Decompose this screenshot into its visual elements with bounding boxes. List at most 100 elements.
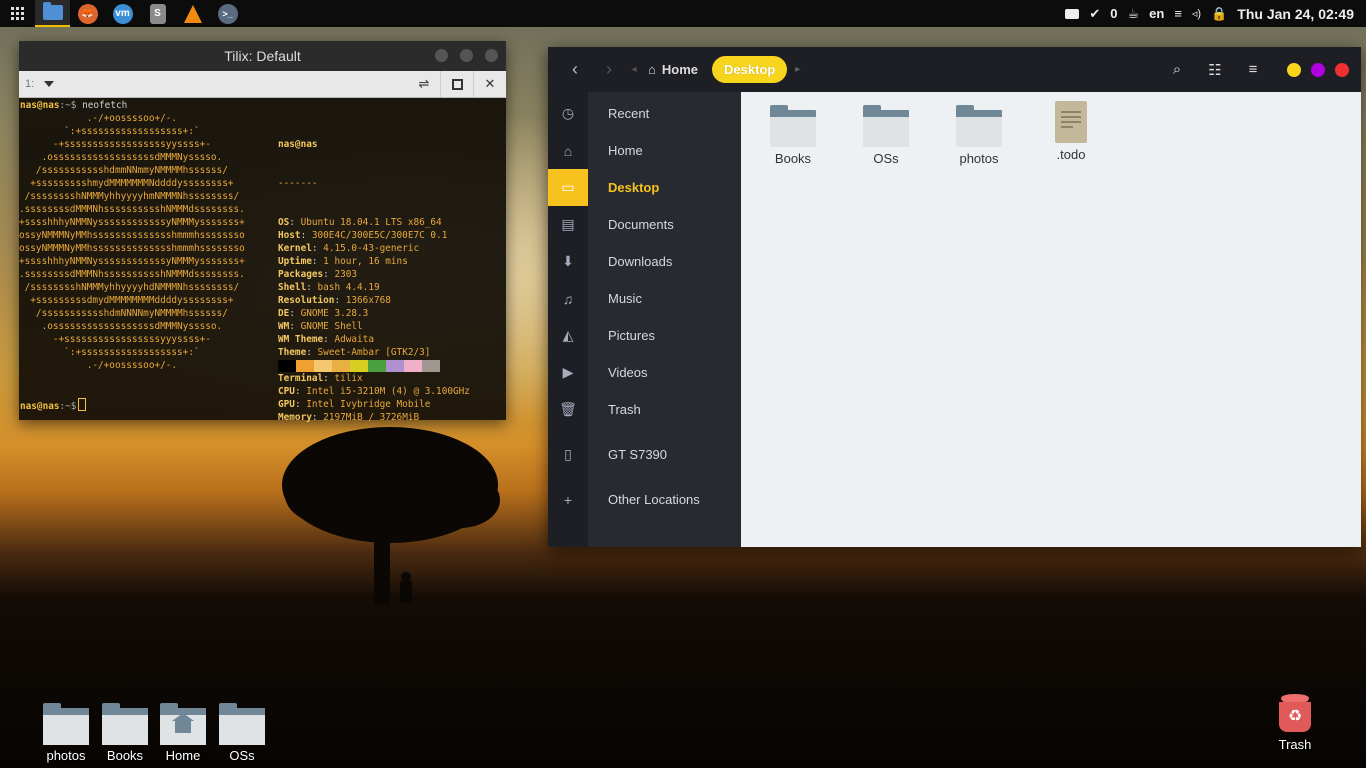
back-button[interactable]: ‹ xyxy=(558,59,592,80)
info-row: WM Theme: Adwaita xyxy=(278,334,374,345)
info-key: CPU xyxy=(278,386,295,397)
folder-icon xyxy=(219,703,265,745)
info-row: Terminal: tilix xyxy=(278,373,363,384)
info-value: Intel i5-3210M (4) @ 3.100GHz xyxy=(306,386,470,397)
folder-icon xyxy=(863,105,909,147)
app-grid-button[interactable] xyxy=(0,0,35,27)
file-item[interactable]: .todo xyxy=(1031,101,1111,162)
info-separator: ------- xyxy=(278,178,318,189)
breadcrumb-left-arrow[interactable]: ◂ xyxy=(626,64,642,75)
folder-item[interactable]: photos xyxy=(939,105,1019,166)
breadcrumb-home[interactable]: ⌂ Home xyxy=(648,62,698,77)
logo-line: ossyNMMMNyMMhsssssssssssssshmmmhssssssso xyxy=(19,243,245,254)
menu-icon[interactable]: ≡ xyxy=(1243,61,1263,78)
home-folder-icon xyxy=(160,703,206,745)
vlc-app-button[interactable] xyxy=(175,0,210,27)
breadcrumb-right-arrow[interactable]: ▸ xyxy=(795,64,800,75)
split-button[interactable]: ⇌ xyxy=(408,71,440,97)
folder-item[interactable]: Books xyxy=(753,105,833,166)
sidebar-item-music[interactable]: ♫ Music xyxy=(548,280,741,317)
forward-button[interactable]: › xyxy=(592,59,626,80)
desktop-icon-label: Books xyxy=(106,748,144,763)
search-icon[interactable]: ⌕ xyxy=(1167,61,1187,78)
color-swatch xyxy=(404,360,422,372)
desktop-icon-books[interactable]: Books xyxy=(95,703,155,763)
prompt-path: :~$ xyxy=(59,100,77,111)
info-value: 300E4C/300E5C/300E7C 0.1 xyxy=(311,230,448,241)
item-label: photos xyxy=(959,151,999,166)
notification-count[interactable]: 0 xyxy=(1110,6,1117,21)
logo-line: .ssssssssdMMMNhsssssssssshNMMMdssssssss. xyxy=(19,204,245,215)
firefox-icon: 🦊 xyxy=(77,3,98,24)
command-text: neofetch xyxy=(82,100,128,111)
vm-app-button[interactable]: vm xyxy=(105,0,140,27)
logo-line: ossyNMMMNyMMhsssssssssssssshmmmhssssssso xyxy=(19,230,245,241)
sidebar-item-desktop[interactable]: ▭ Desktop xyxy=(548,169,741,206)
terminal-output[interactable]: nas@nas:~$ neofetch .-/+oossssoo+/-. `:+… xyxy=(19,98,506,423)
breadcrumb-current[interactable]: Desktop xyxy=(711,56,788,83)
system-tray: ✔ 0 ☕ en ≡ ◃) 🔒 Thu Jan 24, 02:49 xyxy=(1065,6,1366,22)
minimize-button[interactable] xyxy=(1287,62,1301,77)
info-value: 2303 xyxy=(334,269,358,280)
document-icon: ▤ xyxy=(561,216,575,232)
chevron-down-icon xyxy=(44,81,55,87)
sidebar-item-downloads[interactable]: ⬇ Downloads xyxy=(548,243,741,280)
breadcrumb-home-label: Home xyxy=(661,62,698,77)
info-row: Shell: bash 4.4.19 xyxy=(278,282,380,293)
desktop-trash[interactable]: ♻ Trash xyxy=(1265,694,1325,752)
info-row: Resolution: 1366x768 xyxy=(278,295,391,306)
logo-line: +sssssssssdmydMMMMMMMMddddyssssssss+ xyxy=(19,295,234,306)
files-app-button[interactable] xyxy=(35,0,70,27)
sidebar-item-other-locations[interactable]: + Other Locations xyxy=(548,481,741,518)
file-view[interactable]: Books OSs photos .todo xyxy=(741,92,1361,547)
terminal-app-button[interactable]: >_ xyxy=(210,0,245,27)
info-value: 2197MiB / 3726MiB xyxy=(323,412,420,423)
firefox-app-button[interactable]: 🦊 xyxy=(70,0,105,27)
info-value: Ubuntu 18.04.1 LTS x86_64 xyxy=(300,217,442,228)
close-button[interactable] xyxy=(485,49,498,62)
maximize-button[interactable] xyxy=(1311,62,1325,77)
folder-item[interactable]: OSs xyxy=(846,105,926,166)
logo-line: .ossssssssssssssssssdMMMNysssso. xyxy=(19,152,223,163)
sidebar-item-recent[interactable]: ◷ Recent xyxy=(548,95,741,132)
maximize-terminal-button[interactable] xyxy=(440,71,473,97)
split-icon: ⇌ xyxy=(418,76,430,91)
check-icon[interactable]: ✔ xyxy=(1089,6,1100,22)
text-file-icon xyxy=(1055,101,1087,143)
screenshot-icon[interactable] xyxy=(1065,8,1080,19)
pictures-icon: ◭ xyxy=(562,327,574,343)
folder-icon xyxy=(102,703,148,745)
network-icon[interactable]: ≡ xyxy=(1174,6,1182,21)
volume-icon[interactable]: ◃) xyxy=(1192,7,1201,20)
sidebar-item-pictures[interactable]: ◭ Pictures xyxy=(548,317,741,354)
keyboard-language[interactable]: en xyxy=(1149,6,1164,21)
clock[interactable]: Thu Jan 24, 02:49 xyxy=(1237,6,1354,22)
sidebar-item-trash[interactable]: 🗑 Trash xyxy=(548,391,741,428)
desktop-icon-home[interactable]: Home xyxy=(153,703,213,763)
caffeine-icon[interactable]: ☕ xyxy=(1127,6,1139,22)
list-view-icon[interactable]: ☷ xyxy=(1205,61,1225,79)
logo-line: .ssssssssdMMMNhsssssssssshNMMMdssssssss. xyxy=(19,269,245,280)
sidebar-item-gt-s7390[interactable]: ▯ GT S7390 xyxy=(548,436,741,473)
s-app-button[interactable]: S xyxy=(140,0,175,27)
lock-icon[interactable]: 🔒 xyxy=(1211,6,1227,22)
close-terminal-button[interactable]: ✕ xyxy=(473,71,506,97)
desktop-icon-oss[interactable]: OSs xyxy=(212,703,272,763)
files-app-icon xyxy=(42,2,63,20)
session-selector[interactable]: 1: xyxy=(25,78,61,90)
sidebar-item-documents[interactable]: ▤ Documents xyxy=(548,206,741,243)
music-icon: ♫ xyxy=(562,290,574,307)
terminal-title: Tilix: Default xyxy=(224,48,301,64)
maximize-button[interactable] xyxy=(460,49,473,62)
item-label: OSs xyxy=(873,151,899,166)
terminal-titlebar[interactable]: Tilix: Default xyxy=(19,41,506,71)
maximize-icon xyxy=(451,78,463,90)
sidebar-item-home[interactable]: ⌂ Home xyxy=(548,132,741,169)
sidebar-item-videos[interactable]: ▶ Videos xyxy=(548,354,741,391)
close-button[interactable] xyxy=(1335,62,1349,77)
prompt-user: nas@nas xyxy=(20,401,60,412)
color-swatch xyxy=(350,360,368,372)
minimize-button[interactable] xyxy=(435,49,448,62)
desktop-icon-photos[interactable]: photos xyxy=(36,703,96,763)
color-swatch xyxy=(278,360,296,372)
